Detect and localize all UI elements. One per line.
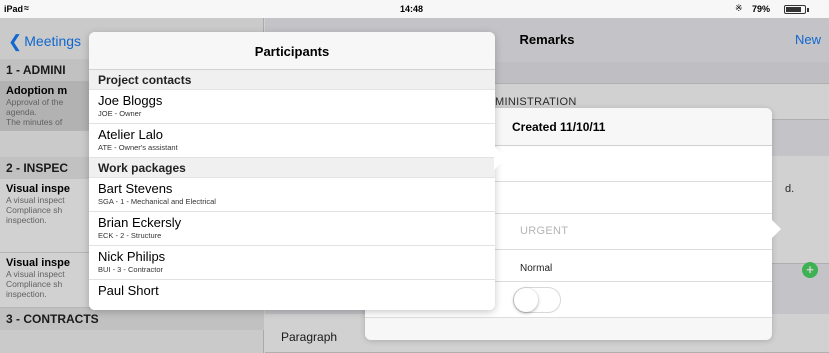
participant-name: Joe Bloggs	[98, 93, 163, 108]
participant-item[interactable]: Paul Short	[89, 280, 495, 310]
clock: 14:48	[400, 4, 424, 14]
bluetooth-icon: ※	[735, 3, 743, 13]
participant-name: Bart Stevens	[98, 181, 173, 196]
participants-popover: Participants Project contacts Joe Bloggs…	[89, 32, 495, 310]
created-popover-arrow	[770, 218, 781, 240]
battery-percent: 79%	[752, 4, 771, 14]
wifi-icon: ≈	[24, 3, 29, 13]
participant-item[interactable]: Atelier Lalo ATE - Owner's assistant	[89, 124, 495, 158]
participants-popover-title: Participants	[89, 32, 495, 70]
participant-role: BUI - 3 - Contractor	[98, 265, 164, 274]
participant-item[interactable]: Joe Bloggs JOE - Owner	[89, 90, 495, 124]
status-bar: iPad ≈ 14:48 ※ 79%	[0, 0, 829, 18]
participant-item[interactable]: Bart Stevens SGA - 1 - Mechanical and El…	[89, 178, 495, 212]
participant-role: ECK - 2 - Structure	[98, 231, 162, 240]
participant-name: Brian Eckersly	[98, 215, 182, 230]
toggle-switch[interactable]	[513, 287, 561, 313]
participant-role: JOE - Owner	[98, 109, 142, 118]
participant-name: Atelier Lalo	[98, 127, 164, 142]
participants-popover-arrow	[494, 146, 506, 170]
participant-item[interactable]: Nick Philips BUI - 3 - Contractor	[89, 246, 495, 280]
battery-tip	[807, 8, 809, 12]
participant-item[interactable]: Brian Eckersly ECK - 2 - Structure	[89, 212, 495, 246]
participant-role: ATE - Owner's assistant	[98, 143, 178, 152]
toggle-knob	[514, 288, 538, 312]
battery-icon	[784, 5, 806, 14]
group-header: Work packages	[89, 158, 495, 178]
device-label: iPad	[4, 4, 24, 14]
participant-role: SGA - 1 - Mechanical and Electrical	[98, 197, 216, 206]
participant-name: Paul Short	[98, 283, 159, 298]
participant-name: Nick Philips	[98, 249, 166, 264]
group-header: Project contacts	[89, 70, 495, 90]
priority-normal-label: Normal	[520, 263, 553, 274]
priority-urgent-label: URGENT	[520, 225, 569, 237]
